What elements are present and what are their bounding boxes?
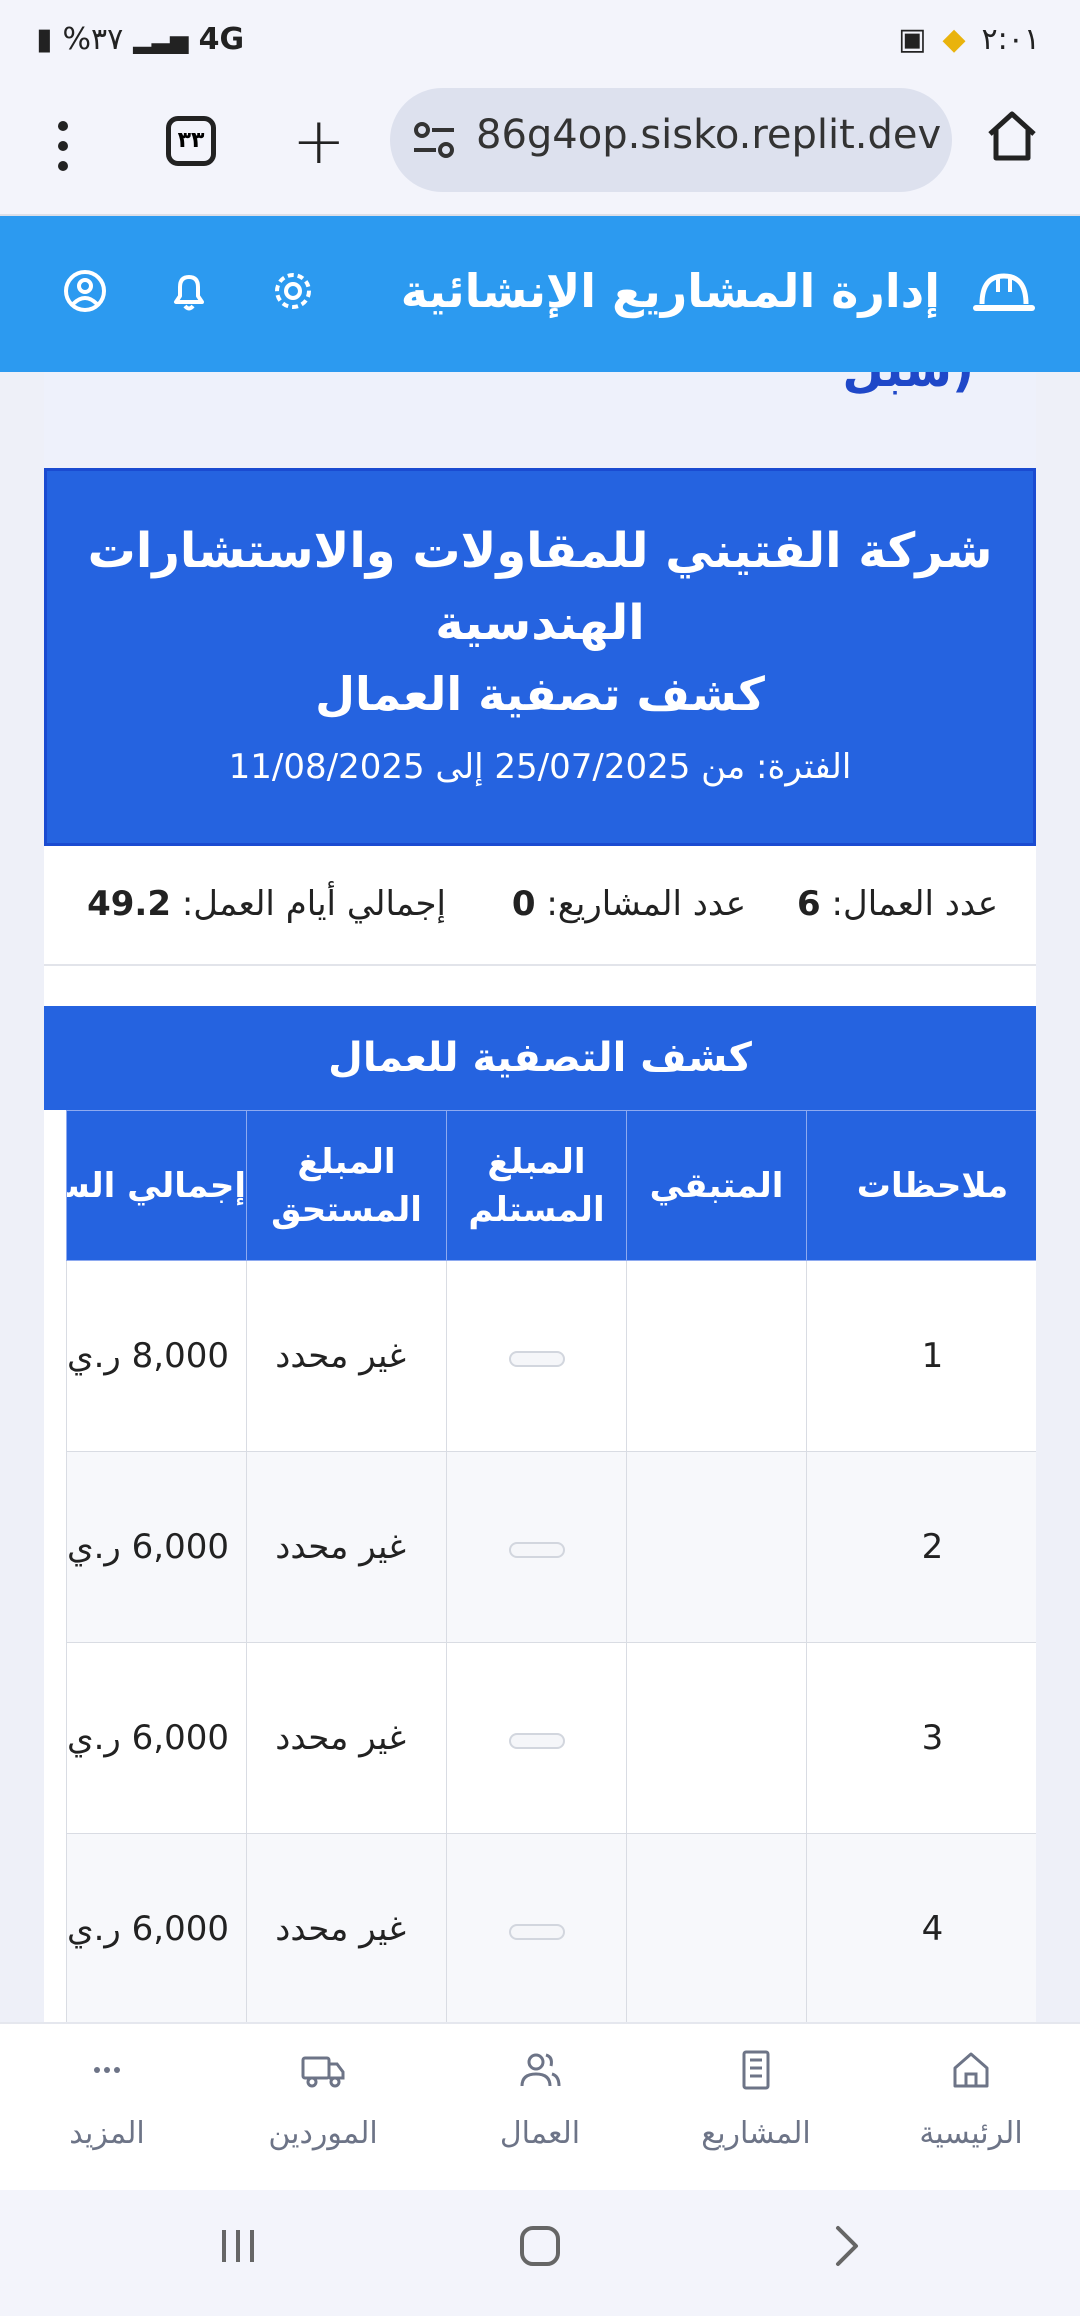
status-bar: ▮ %٣٧ ▂▃▅ 4G ▣ ◆ ٢:٠١: [0, 0, 1080, 84]
total-cell: 8,000 ر.ي: [66, 1260, 247, 1452]
app-header: إدارة المشاريع الإنشائية: [0, 216, 1080, 372]
user-account-icon[interactable]: [62, 268, 108, 314]
total-days-stat: إجمالي أيام العمل: 49.2: [87, 884, 446, 924]
nav-item-home[interactable]: الرئيسية: [881, 2046, 1061, 2151]
network-type: 4G: [198, 22, 245, 57]
report-subtitle: كشف تصفية العمال: [315, 667, 765, 721]
total-cell: 6,000 ر.ي: [66, 1833, 247, 2022]
battery-icon: ▮: [36, 22, 53, 57]
truck-icon: [301, 2056, 345, 2088]
due-cell: غير محدد: [246, 1833, 447, 2022]
notes-cell: 4: [806, 1833, 1036, 2022]
clipped-heading: سبل): [842, 372, 974, 398]
remaining-cell: [626, 1642, 807, 1834]
bell-icon[interactable]: [166, 268, 212, 314]
due-cell: غير محدد: [246, 1260, 447, 1452]
table-title: كشف التصفية للعمال: [44, 1006, 1036, 1110]
report-top-strip: سبل): [44, 372, 1036, 468]
site-settings-icon[interactable]: [412, 118, 456, 162]
hard-hat-icon: [973, 273, 1035, 311]
url-text: 86g4op.sisko.replit.dev: [476, 112, 942, 158]
bottom-nav: الرئيسية المشاريع العمال الموردين المزيد: [0, 2022, 1080, 2190]
system-navigation-bar: [0, 2190, 1080, 2316]
back-icon[interactable]: [824, 2224, 868, 2272]
report-stats: عدد العمال: 6 عدد المشاريع: 0 إجمالي أيا…: [44, 846, 1036, 966]
table-header-row: ملاحظات المتبقي المبلغ المستلم المبلغ ال…: [66, 1110, 1036, 1261]
home-icon[interactable]: [984, 108, 1040, 164]
table-row: 1 غير محدد 8,000 ر.ي: [66, 1260, 1036, 1452]
due-cell: غير محدد: [246, 1642, 447, 1834]
nav-item-more[interactable]: المزيد: [17, 2046, 197, 2151]
nav-label-projects: المشاريع: [701, 2116, 811, 2151]
battery-level: %٣٧: [62, 22, 124, 57]
more-dots-icon: [94, 2067, 120, 2073]
users-icon: [520, 2053, 561, 2087]
received-cell[interactable]: [446, 1260, 627, 1452]
nav-label-suppliers: الموردين: [268, 2116, 378, 2151]
binance-notification-icon: ◆: [942, 22, 966, 57]
received-amount-input[interactable]: [508, 1733, 565, 1749]
workers-count-stat: عدد العمال: 6: [797, 884, 998, 924]
address-bar[interactable]: 86g4op.sisko.replit.dev: [390, 88, 952, 192]
app-title: إدارة المشاريع الإنشائية: [400, 264, 940, 318]
status-left: ▮ %٣٧ ▂▃▅ 4G: [36, 22, 244, 57]
nav-label-more: المزيد: [69, 2116, 145, 2151]
notes-cell: 2: [806, 1451, 1036, 1643]
received-cell[interactable]: [446, 1642, 627, 1834]
company-name: شركة الفتيني للمقاولات والاستشارات الهند…: [87, 523, 993, 651]
browser-toolbar: ٣٣ + 86g4op.sisko.replit.dev: [0, 84, 1080, 216]
workers-count-value: 6: [797, 884, 821, 924]
received-amount-input[interactable]: [508, 1924, 565, 1940]
nav-item-projects[interactable]: المشاريع: [666, 2046, 846, 2151]
nav-item-workers[interactable]: العمال: [450, 2046, 630, 2151]
tab-switcher-button[interactable]: ٣٣: [166, 116, 216, 166]
column-header-notes: ملاحظات: [806, 1110, 1036, 1261]
remaining-cell: [626, 1833, 807, 2022]
table-row: 2 غير محدد 6,000 ر.ي: [66, 1451, 1036, 1643]
received-amount-input[interactable]: [508, 1351, 565, 1367]
gallery-notification-icon: ▣: [898, 22, 927, 57]
remaining-cell: [626, 1451, 807, 1643]
settlement-table: ملاحظات المتبقي المبلغ المستلم المبلغ ال…: [66, 1110, 1036, 2022]
received-amount-input[interactable]: [508, 1542, 565, 1558]
system-home-icon[interactable]: [518, 2224, 562, 2272]
report-period: الفترة: من 25/07/2025 إلى 11/08/2025: [228, 747, 852, 787]
table-row: 4 غير محدد 6,000 ر.ي: [66, 1833, 1036, 2022]
due-cell: غير محدد: [246, 1451, 447, 1643]
remaining-cell: [626, 1260, 807, 1452]
report-banner: شركة الفتيني للمقاولات والاستشارات الهند…: [44, 468, 1036, 846]
home-icon: [953, 2052, 989, 2088]
nav-label-home: الرئيسية: [919, 2116, 1023, 2151]
recent-apps-icon[interactable]: [216, 2224, 260, 2272]
column-header-due: المبلغ المستحق: [246, 1110, 447, 1261]
total-cell: 6,000 ر.ي: [66, 1451, 247, 1643]
new-tab-icon[interactable]: +: [292, 102, 346, 182]
notes-cell: 3: [806, 1642, 1036, 1834]
nav-label-workers: العمال: [499, 2116, 581, 2151]
column-header-received: المبلغ المستلم: [446, 1110, 627, 1261]
projects-count-stat: عدد المشاريع: 0: [511, 884, 746, 924]
received-cell[interactable]: [446, 1833, 627, 2022]
received-cell[interactable]: [446, 1451, 627, 1643]
status-right: ▣ ◆ ٢:٠١: [898, 22, 1040, 57]
signal-icon: ▂▃▅: [133, 25, 189, 54]
report-content: سبل) شركة الفتيني للمقاولات والاستشارات …: [44, 372, 1036, 2022]
gear-icon[interactable]: [270, 268, 316, 314]
projects-count-value: 0: [511, 884, 536, 924]
clock: ٢:٠١: [981, 22, 1040, 57]
nav-item-suppliers[interactable]: الموردين: [233, 2046, 413, 2151]
column-header-total-hours: إجمالي الساعات: [66, 1110, 247, 1261]
table-row: 3 غير محدد 6,000 ر.ي: [66, 1642, 1036, 1834]
building-icon: [742, 2050, 770, 2090]
menu-dots-icon[interactable]: [48, 116, 78, 176]
total-days-value: 49.2: [87, 884, 171, 924]
column-header-remaining: المتبقي: [626, 1110, 807, 1261]
notes-cell: 1: [806, 1260, 1036, 1452]
total-cell: 6,000 ر.ي: [66, 1642, 247, 1834]
